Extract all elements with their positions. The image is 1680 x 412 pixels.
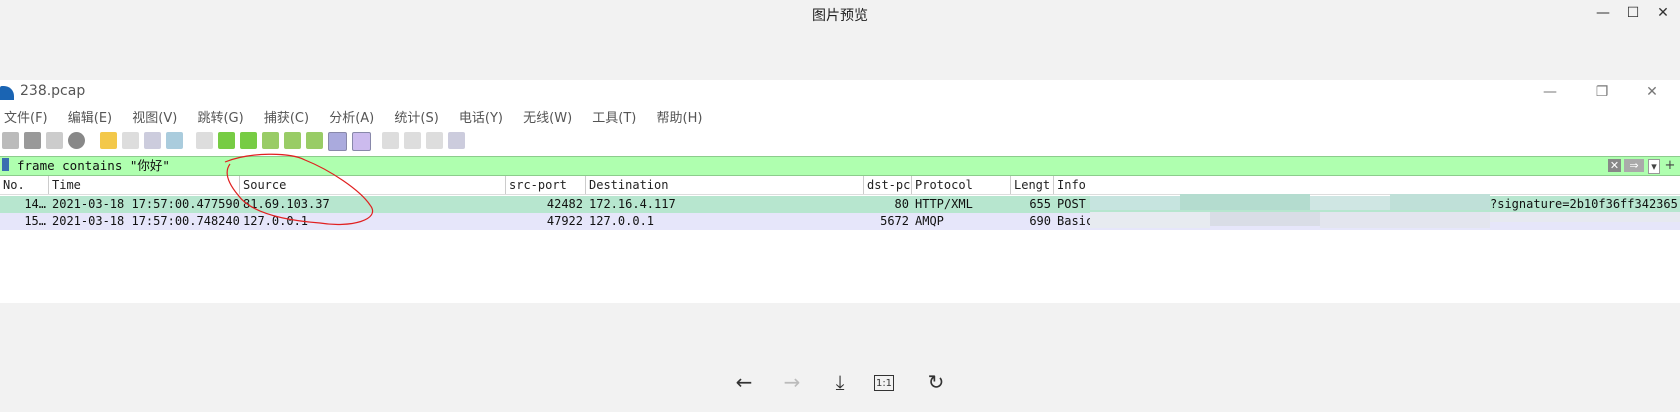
go-forward-icon[interactable] — [240, 132, 257, 149]
first-packet-icon[interactable] — [284, 132, 301, 149]
add-filter-button[interactable]: + — [1664, 159, 1676, 172]
cell-destination: 172.16.4.117 — [589, 197, 676, 211]
resize-columns-icon[interactable] — [448, 132, 465, 149]
go-back-icon[interactable] — [218, 132, 235, 149]
cell-dst-port: 5672 — [880, 214, 909, 228]
display-filter-input[interactable]: frame contains "你好" — [17, 157, 170, 175]
menu-telephony[interactable]: 电话(Y) — [459, 107, 503, 126]
apply-filter-icon[interactable]: ⇒ — [1624, 159, 1644, 172]
zoom-normal-icon[interactable] — [426, 132, 443, 149]
ws-close-button[interactable]: ✕ — [1632, 81, 1672, 103]
last-packet-icon[interactable] — [306, 132, 323, 149]
cell-length: 655 — [1029, 197, 1051, 211]
column-src-port[interactable]: src-port — [506, 176, 586, 194]
cell-protocol: AMQP — [915, 214, 944, 228]
menu-capture[interactable]: 捕获(C) — [264, 107, 309, 126]
redaction-mosaic-tail — [1490, 212, 1680, 222]
redaction-mosaic — [1090, 194, 1490, 234]
colorize-icon[interactable] — [352, 132, 371, 151]
menu-file[interactable]: 文件(F) — [4, 107, 48, 126]
menu-view[interactable]: 视图(V) — [132, 107, 177, 126]
capture-options-icon[interactable] — [68, 132, 85, 149]
column-dst-port[interactable]: dst-pc — [864, 176, 912, 194]
column-protocol[interactable]: Protocol — [912, 176, 1011, 194]
wireshark-window: 238.pcap — ❐ ✕ 文件(F) 编辑(E) 视图(V) 跳转(G) 捕… — [0, 80, 1680, 303]
wireshark-logo-icon — [0, 86, 14, 100]
close-file-icon[interactable] — [144, 132, 161, 149]
menu-help[interactable]: 帮助(H) — [657, 107, 703, 126]
actual-size-button[interactable]: 1:1 — [874, 375, 894, 391]
menu-edit[interactable]: 编辑(E) — [68, 107, 112, 126]
go-to-packet-icon[interactable] — [262, 132, 279, 149]
menu-statistics[interactable]: 统计(S) — [394, 107, 438, 126]
bookmark-icon[interactable] — [2, 158, 9, 171]
menubar: 文件(F) 编辑(E) 视图(V) 跳转(G) 捕获(C) 分析(A) 统计(S… — [0, 107, 714, 127]
stop-capture-icon[interactable] — [24, 132, 41, 149]
menu-tools[interactable]: 工具(T) — [592, 107, 636, 126]
column-destination[interactable]: Destination — [586, 176, 864, 194]
ws-restore-button[interactable]: ❐ — [1582, 81, 1622, 103]
cell-info-tail: ?signature=2b10f36ff342365 — [1490, 197, 1678, 211]
close-button[interactable]: ✕ — [1640, 0, 1680, 26]
restart-capture-icon[interactable] — [46, 132, 63, 149]
reload-file-icon[interactable] — [166, 132, 183, 149]
save-file-icon[interactable] — [122, 132, 139, 149]
column-info[interactable]: Info — [1054, 176, 1680, 194]
cell-protocol: HTTP/XML — [915, 197, 973, 211]
viewer-title: 图片预览 — [812, 8, 868, 24]
start-capture-icon[interactable] — [2, 132, 19, 149]
autoscroll-icon[interactable] — [328, 132, 347, 151]
menu-go[interactable]: 跳转(G) — [197, 107, 243, 126]
menu-analyze[interactable]: 分析(A) — [329, 107, 374, 126]
cell-no: 15… — [24, 214, 46, 228]
ws-minimize-button[interactable]: — — [1530, 81, 1570, 103]
annotation-circle — [224, 153, 373, 226]
cell-no: 14… — [24, 197, 46, 211]
download-button[interactable]: ⤓ — [826, 368, 854, 396]
cell-dst-port: 80 — [894, 197, 909, 211]
column-no[interactable]: No. — [0, 176, 49, 194]
wireshark-titlebar: 238.pcap — ❐ ✕ — [0, 80, 1680, 104]
wireshark-title: 238.pcap — [20, 83, 86, 99]
cell-src-port: 47922 — [546, 214, 583, 228]
zoom-in-icon[interactable] — [382, 132, 399, 149]
menu-wireless[interactable]: 无线(W) — [523, 107, 572, 126]
filter-dropdown-icon[interactable]: ▾ — [1648, 159, 1660, 174]
next-image-button[interactable]: → — [778, 368, 806, 396]
cell-src-port: 42482 — [546, 197, 583, 211]
clear-filter-icon[interactable]: ✕ — [1608, 159, 1621, 172]
cell-destination: 127.0.0.1 — [589, 214, 655, 228]
rotate-button[interactable]: ↻ — [922, 368, 950, 396]
previous-image-button[interactable]: ← — [730, 368, 758, 396]
zoom-out-icon[interactable] — [404, 132, 421, 149]
open-file-icon[interactable] — [100, 132, 117, 149]
find-packet-icon[interactable] — [196, 132, 213, 149]
column-length[interactable]: Lengt — [1011, 176, 1054, 194]
cell-length: 690 — [1029, 214, 1051, 228]
